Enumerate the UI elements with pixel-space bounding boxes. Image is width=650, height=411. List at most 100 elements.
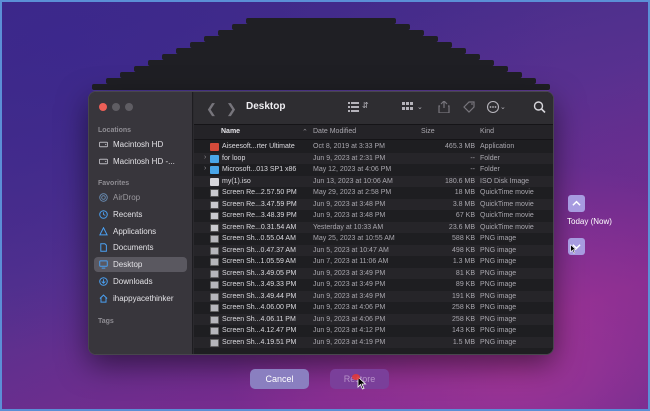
png-file-icon bbox=[210, 281, 219, 289]
disclosure-chevron-icon[interactable]: › bbox=[204, 154, 206, 161]
file-row[interactable]: Screen Re...3.47.59 PM Jun 9, 2023 at 3:4… bbox=[194, 198, 553, 210]
file-date-modified: Jun 9, 2023 at 4:06 PM bbox=[313, 304, 386, 311]
file-kind: QuickTime movie bbox=[480, 223, 534, 231]
file-name: Screen Re...2.57.50 PM bbox=[222, 189, 297, 196]
file-kind: PNG image bbox=[480, 304, 517, 311]
file-kind: PNG image bbox=[480, 292, 517, 300]
grid-view-icon[interactable] bbox=[402, 101, 416, 116]
more-actions-icon[interactable] bbox=[486, 100, 500, 116]
file-size: 3.8 MB bbox=[452, 200, 475, 208]
zoom-window-button[interactable] bbox=[125, 103, 133, 111]
file-row[interactable]: Aiseesoft...rter Ultimate Oct 8, 2019 at … bbox=[194, 141, 553, 153]
file-size: 588 KB bbox=[452, 235, 475, 242]
sidebar-item-label: Recents bbox=[113, 209, 143, 219]
sidebar-item-label: Documents bbox=[113, 243, 154, 253]
timeline-today-label[interactable]: Today (Now) bbox=[567, 217, 612, 226]
disclosure-chevron-icon[interactable]: › bbox=[204, 165, 206, 172]
sidebar-item-desktop[interactable]: Desktop bbox=[94, 257, 187, 273]
file-date-modified: May 12, 2023 at 4:06 PM bbox=[313, 166, 392, 173]
close-window-button[interactable] bbox=[99, 103, 107, 111]
file-row[interactable]: Screen Sh...4.19.51 PM Jun 9, 2023 at 4:1… bbox=[194, 336, 553, 348]
downloads-icon bbox=[99, 277, 108, 286]
file-size: -- bbox=[470, 154, 475, 162]
list-view-icon[interactable] bbox=[348, 101, 362, 116]
sidebar-header-tags: Tags bbox=[98, 318, 114, 325]
file-date-modified: Jun 9, 2023 at 3:48 PM bbox=[313, 212, 386, 219]
hard-drive-icon bbox=[99, 157, 108, 166]
chevron-down-icon[interactable]: ⌄ bbox=[417, 103, 423, 111]
file-row[interactable]: Screen Sh...3.49.33 PM Jun 9, 2023 at 3:4… bbox=[194, 279, 553, 291]
file-kind: QuickTime movie bbox=[480, 212, 534, 219]
desktop-icon bbox=[99, 260, 108, 269]
file-kind: PNG image bbox=[480, 338, 517, 346]
sort-chevron-icon[interactable]: ⌃ bbox=[302, 128, 308, 136]
airdrop-icon bbox=[99, 193, 108, 202]
file-row[interactable]: › Microsoft...013 SP1 x86 May 12, 2023 at … bbox=[194, 164, 553, 176]
file-row[interactable]: Screen Sh...4.12.47 PM Jun 9, 2023 at 4:1… bbox=[194, 325, 553, 337]
file-name: for loop bbox=[222, 154, 246, 162]
file-row[interactable]: my(1).iso Jun 13, 2023 at 10:06 AM 180.6 M… bbox=[194, 175, 553, 187]
file-name: Screen Sh...1.05.59 AM bbox=[222, 258, 296, 265]
sidebar-item-downloads[interactable]: Downloads bbox=[94, 274, 187, 289]
file-kind: ISO Disk Image bbox=[480, 177, 530, 185]
cancel-button[interactable]: Cancel bbox=[250, 369, 309, 389]
file-row[interactable]: Screen Sh...0.47.37 AM Jun 5, 2023 at 10:… bbox=[194, 244, 553, 256]
file-name: Microsoft...013 SP1 x86 bbox=[222, 166, 297, 173]
file-row[interactable]: › for loop Jun 9, 2023 at 2:31 PM -- Folder bbox=[194, 152, 553, 164]
movie-file-icon bbox=[210, 200, 219, 209]
file-size: 258 KB bbox=[452, 304, 475, 311]
sidebar-item-documents[interactable]: Documents bbox=[94, 240, 187, 255]
file-row[interactable]: Screen Sh...1.05.59 AM Jun 7, 2023 at 11:… bbox=[194, 256, 553, 268]
file-row[interactable]: Screen Sh...3.49.44 PM Jun 9, 2023 at 3:4… bbox=[194, 290, 553, 302]
home-icon bbox=[99, 294, 108, 303]
file-row[interactable]: Screen Sh...3.49.05 PM Jun 9, 2023 at 3:4… bbox=[194, 267, 553, 279]
click-indicator-icon bbox=[352, 374, 360, 380]
finder-sidebar: Locations Macintosh HD Macintosh HD -... … bbox=[89, 92, 193, 354]
file-size: -- bbox=[470, 166, 475, 173]
sidebar-item-airdrop[interactable]: AirDrop bbox=[94, 190, 187, 205]
chevron-down-icon[interactable]: ⌄ bbox=[500, 103, 506, 111]
file-size: 23.6 MB bbox=[448, 223, 475, 231]
folder-file-icon bbox=[210, 154, 219, 163]
file-size: 143 KB bbox=[452, 327, 475, 334]
minimize-window-button[interactable] bbox=[112, 103, 120, 111]
file-row[interactable]: Screen Re...3.48.39 PM Jun 9, 2023 at 3:4… bbox=[194, 210, 553, 222]
tag-icon[interactable] bbox=[462, 101, 476, 116]
column-date-modified[interactable]: Date Modified bbox=[313, 128, 356, 135]
column-kind[interactable]: Kind bbox=[480, 128, 494, 135]
sidebar-item-label: AirDrop bbox=[113, 193, 141, 202]
window-controls bbox=[99, 103, 133, 111]
timeline-up-button[interactable] bbox=[568, 195, 585, 212]
file-row[interactable]: Screen Sh...4.06.11 PM Jun 9, 2023 at 4:0… bbox=[194, 313, 553, 325]
file-row[interactable]: Screen Sh...0.55.04 AM May 25, 2023 at 10… bbox=[194, 233, 553, 245]
png-file-icon bbox=[210, 258, 219, 266]
file-date-modified: Jun 9, 2023 at 3:48 PM bbox=[313, 200, 386, 208]
sidebar-item-recents[interactable]: Recents bbox=[94, 207, 187, 222]
file-name: Screen Re...3.48.39 PM bbox=[222, 212, 297, 219]
file-name: my(1).iso bbox=[222, 177, 251, 185]
file-name: Screen Sh...0.55.04 AM bbox=[222, 235, 296, 242]
sidebar-item-macintosh-hd[interactable]: Macintosh HD bbox=[94, 137, 187, 152]
column-size[interactable]: Size bbox=[421, 128, 435, 135]
sidebar-item-macintosh-hd[interactable]: Macintosh HD -... bbox=[94, 154, 187, 169]
search-icon[interactable] bbox=[533, 101, 547, 116]
sidebar-item-applications[interactable]: Applications bbox=[94, 224, 187, 239]
file-date-modified: Jun 5, 2023 at 10:47 AM bbox=[313, 246, 389, 254]
file-kind: PNG image bbox=[480, 315, 517, 323]
share-icon[interactable] bbox=[437, 100, 451, 116]
file-row[interactable]: Screen Re...2.57.50 PM May 29, 2023 at 2:… bbox=[194, 187, 553, 199]
back-arrow-icon[interactable]: ❮ bbox=[206, 101, 217, 117]
column-name[interactable]: Name bbox=[221, 128, 240, 135]
file-row[interactable]: Screen Sh...4.06.00 PM Jun 9, 2023 at 4:0… bbox=[194, 302, 553, 314]
file-kind: QuickTime movie bbox=[480, 189, 534, 196]
forward-arrow-icon[interactable]: ❯ bbox=[226, 101, 237, 117]
file-kind: PNG image bbox=[480, 235, 517, 242]
file-row[interactable]: Screen Re...0.31.54 AM Yesterday at 10:33… bbox=[194, 221, 553, 233]
file-size: 465.3 MB bbox=[445, 143, 475, 150]
backup-snapshot-window[interactable] bbox=[92, 84, 550, 90]
sort-chevron-icon[interactable]: ⇵ bbox=[362, 101, 369, 110]
sidebar-item-ihappyacethinker[interactable]: ihappyacethinker bbox=[94, 291, 187, 306]
png-file-icon bbox=[210, 269, 219, 278]
sidebar-item-label: Downloads bbox=[113, 277, 153, 286]
file-size: 89 KB bbox=[455, 281, 475, 288]
